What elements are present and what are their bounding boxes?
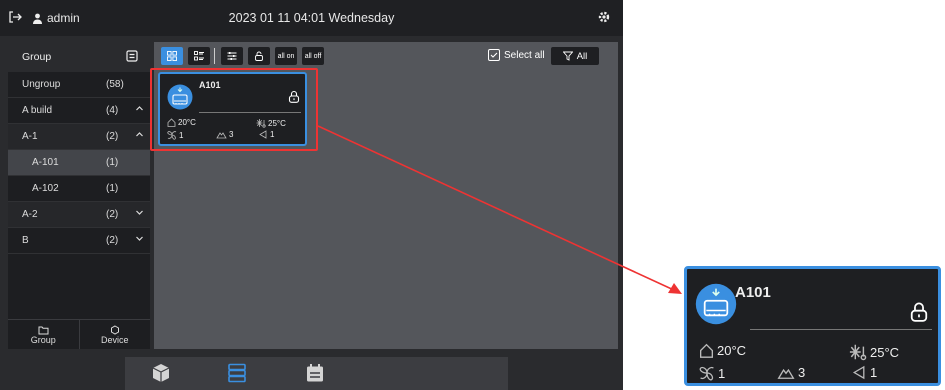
card-divider: [750, 329, 932, 330]
swing-icon: [777, 368, 795, 379]
fan-speed: 1: [699, 365, 725, 381]
zoomed-device-card: A101 20°C 25°C 1 3 1: [684, 266, 941, 386]
fan-icon: [699, 366, 714, 381]
fan-speed-value: 1: [718, 365, 726, 381]
swing-value: 3: [798, 365, 806, 380]
indoor-temp: 20°C: [699, 343, 746, 358]
set-temp-value: 25°C: [870, 344, 900, 360]
indoor-temp-value: 20°C: [717, 343, 747, 358]
set-temp: 25°C: [849, 343, 899, 361]
louver-value: 1: [870, 365, 878, 380]
swing-mode: 3: [777, 365, 805, 380]
louver-icon: [852, 365, 865, 380]
louver-mode: 1: [851, 365, 877, 380]
house-icon: [700, 343, 713, 358]
cool-mode-icon: [849, 344, 867, 361]
device-name: A101: [735, 284, 771, 301]
indoor-unit-icon: [695, 283, 737, 330]
unlock-icon: [909, 301, 929, 327]
